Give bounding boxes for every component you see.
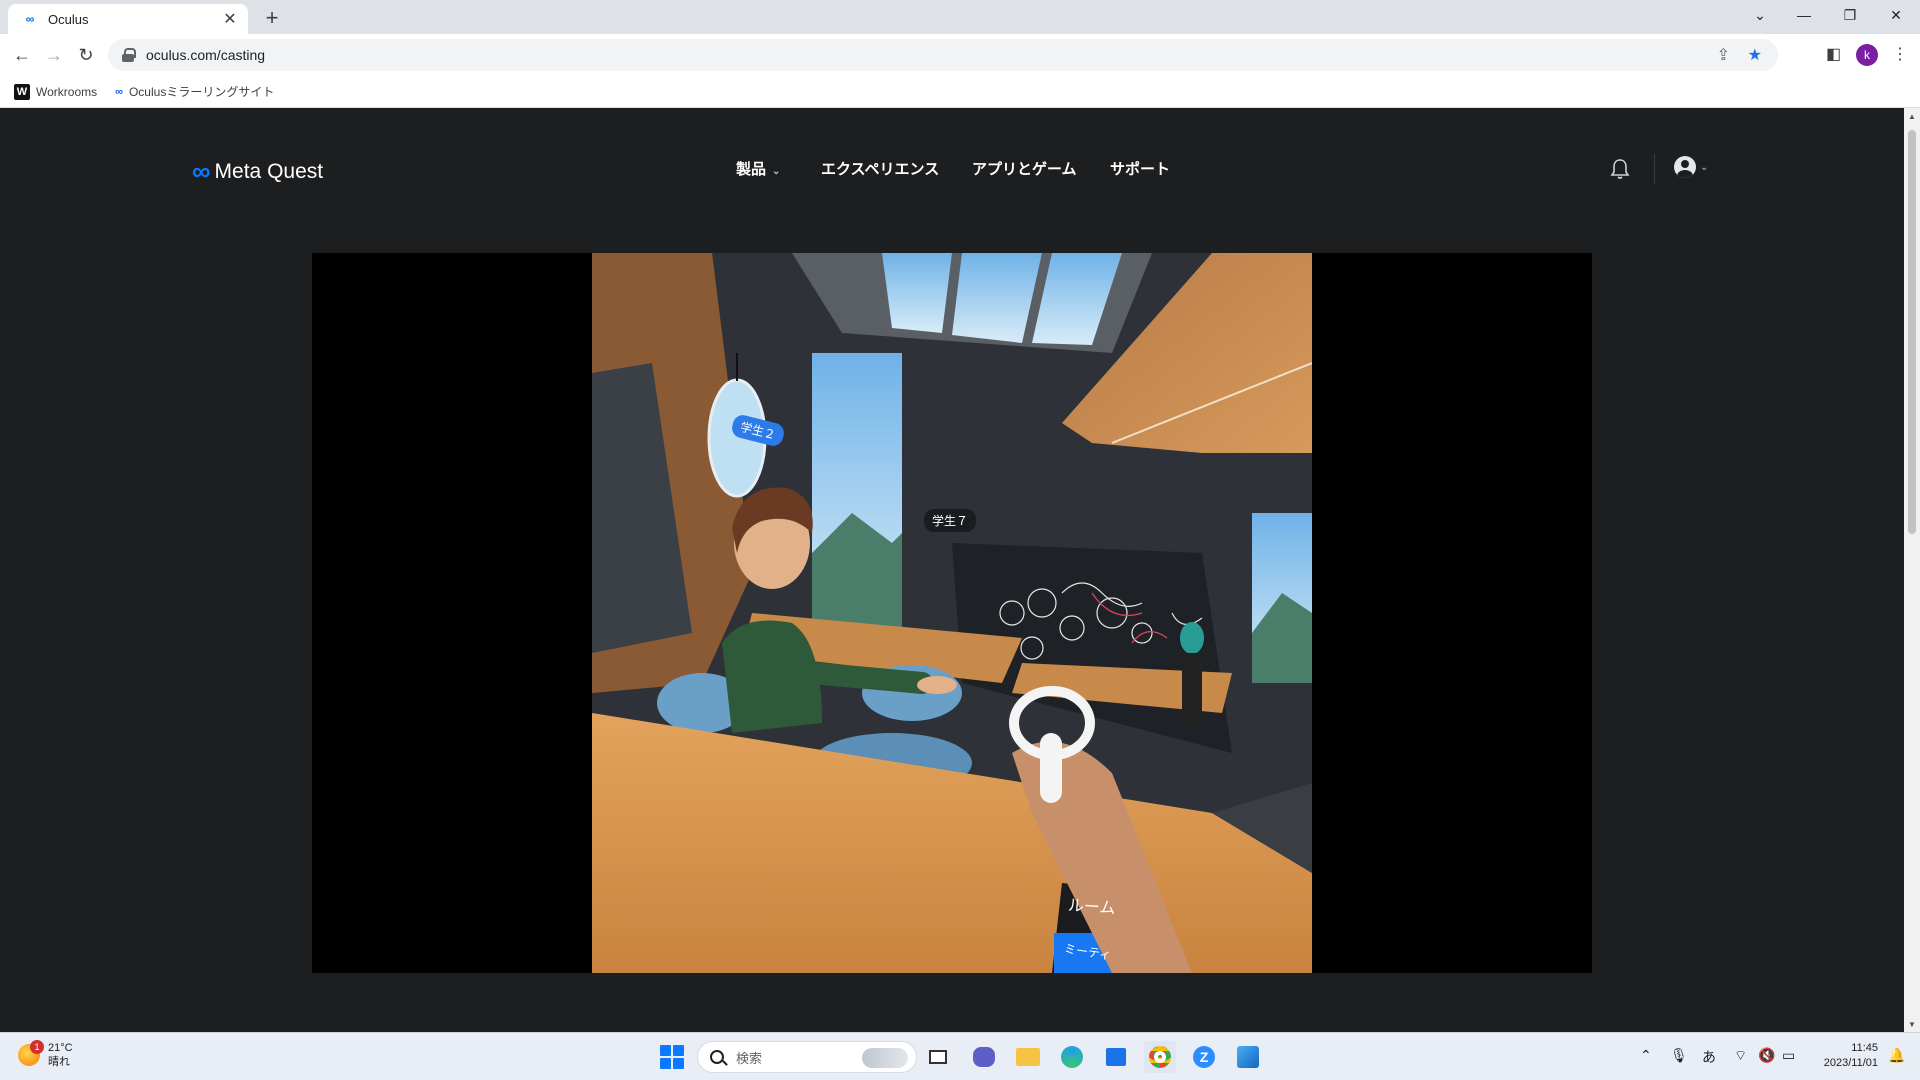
logo-text: Meta Quest bbox=[214, 159, 324, 183]
minimize-button[interactable]: — bbox=[1782, 0, 1826, 30]
chevron-down-icon: ⌄ bbox=[772, 166, 781, 177]
weather-temp: 21°C bbox=[48, 1042, 73, 1054]
meta-infinity-icon: ∞ bbox=[192, 156, 211, 186]
bookmark-label: Oculusミラーリングサイト bbox=[128, 85, 275, 99]
edge-icon[interactable] bbox=[1056, 1041, 1088, 1073]
wifi-icon[interactable]: ⌔ bbox=[1734, 1047, 1747, 1065]
avatar-name-tag: 学生７ bbox=[924, 509, 977, 532]
search-highlight-image bbox=[862, 1048, 908, 1068]
browser-toolbar: ← → ↻ oculus.com/casting ⇪ ★ ◧ k ⋮ bbox=[0, 34, 1920, 76]
notification-bell-icon[interactable]: 🔔 bbox=[1888, 1047, 1905, 1064]
clock-date: 2023/11/01 bbox=[1823, 1057, 1878, 1069]
account-menu[interactable]: ⌄ bbox=[1674, 156, 1708, 178]
clock-time: 11:45 bbox=[1851, 1042, 1878, 1054]
zoom-icon[interactable]: Z bbox=[1188, 1041, 1220, 1073]
meta-infinity-icon: ∞ bbox=[25, 12, 35, 26]
search-icon bbox=[710, 1050, 724, 1064]
nav-support[interactable]: サポート bbox=[1110, 158, 1170, 179]
nav-apps-games[interactable]: アプリとゲーム bbox=[972, 158, 1077, 179]
task-view-icon[interactable] bbox=[922, 1041, 954, 1073]
lock-icon[interactable] bbox=[122, 48, 136, 62]
battery-icon[interactable]: ▭ bbox=[1782, 1047, 1795, 1064]
nav-products[interactable]: 製品 ⌄ bbox=[736, 158, 780, 179]
taskbar-clock[interactable]: 11:45 2023/11/01 bbox=[1808, 1041, 1878, 1071]
scroll-down-icon[interactable]: ▼ bbox=[1904, 1016, 1920, 1032]
bookmarks-bar: W Workrooms ∞ Oculusミラーリングサイト bbox=[0, 76, 1920, 108]
url-text[interactable]: oculus.com/casting bbox=[146, 47, 265, 63]
nav-products-label: 製品 bbox=[736, 161, 767, 178]
casting-video-player[interactable]: 学生２ 学生７ ルーム ミーティ bbox=[312, 253, 1592, 973]
workrooms-icon: W bbox=[14, 83, 30, 100]
tab-oculus[interactable]: ∞ Oculus ✕ bbox=[8, 4, 248, 34]
profile-avatar[interactable]: k bbox=[1856, 44, 1878, 66]
taskbar-search[interactable]: 検索 bbox=[697, 1041, 917, 1073]
file-explorer-icon[interactable] bbox=[1012, 1041, 1044, 1073]
bookmark-star-icon[interactable]: ★ bbox=[1748, 45, 1762, 65]
tab-search-icon[interactable]: ⌄ bbox=[1738, 0, 1782, 30]
weather-sun-icon: 1 bbox=[18, 1040, 44, 1066]
restore-button[interactable]: ❐ bbox=[1828, 0, 1872, 30]
scroll-up-icon[interactable]: ▲ bbox=[1904, 108, 1920, 124]
side-panel-icon[interactable]: ◧ bbox=[1826, 44, 1841, 64]
meta-infinity-icon: ∞ bbox=[115, 85, 123, 98]
vr-casting-stream: 学生２ 学生７ ルーム ミーティ bbox=[592, 253, 1312, 973]
reload-button[interactable]: ↻ bbox=[72, 41, 100, 69]
tab-strip: ∞ Oculus ✕ + ⌄ — ❐ ✕ bbox=[0, 0, 1920, 34]
new-tab-button[interactable]: + bbox=[258, 4, 286, 32]
tray-overflow-icon[interactable]: ⌃ bbox=[1640, 1047, 1652, 1064]
bookmark-oculus-mirroring[interactable]: ∞ Oculusミラーリングサイト bbox=[115, 83, 274, 100]
meta-quest-logo[interactable]: ∞ Meta Quest bbox=[192, 156, 323, 187]
bookmark-workrooms[interactable]: W Workrooms bbox=[14, 83, 98, 100]
store-icon[interactable] bbox=[1100, 1041, 1132, 1073]
forward-button[interactable]: → bbox=[40, 41, 68, 69]
bell-icon[interactable] bbox=[1610, 158, 1630, 180]
ime-indicator[interactable]: あ bbox=[1702, 1047, 1716, 1067]
teams-chat-icon[interactable] bbox=[968, 1041, 1000, 1073]
weather-widget[interactable]: 1 21°C 晴れ bbox=[18, 1040, 73, 1069]
paint-icon[interactable] bbox=[1232, 1041, 1264, 1073]
weather-desc: 晴れ bbox=[48, 1056, 70, 1068]
close-window-button[interactable]: ✕ bbox=[1874, 0, 1918, 30]
share-icon[interactable]: ⇪ bbox=[1717, 45, 1730, 65]
tab-title: Oculus bbox=[48, 11, 89, 27]
vr-room-scene bbox=[592, 253, 1312, 973]
room-menu-label: ルーム bbox=[1067, 897, 1116, 918]
header-divider bbox=[1654, 154, 1655, 184]
notification-badge: 1 bbox=[30, 1040, 44, 1054]
weather-text: 21°C 晴れ bbox=[48, 1041, 73, 1069]
windows-taskbar: 1 21°C 晴れ 検索 Z ⌃ 🎙 あ ⌔ 🔇 ▭ 11:45 2023/11… bbox=[0, 1032, 1920, 1080]
microphone-icon[interactable]: 🎙 bbox=[1670, 1047, 1688, 1064]
tab-close-icon[interactable]: ✕ bbox=[222, 9, 238, 29]
bookmark-label: Workrooms bbox=[36, 84, 98, 99]
menu-icon[interactable]: ⋮ bbox=[1892, 44, 1908, 64]
user-icon bbox=[1674, 156, 1696, 178]
address-bar[interactable]: oculus.com/casting ⇪ ★ bbox=[108, 39, 1778, 71]
start-icon[interactable] bbox=[660, 1045, 684, 1069]
chrome-icon[interactable] bbox=[1144, 1041, 1176, 1073]
search-placeholder: 検索 bbox=[736, 1050, 763, 1066]
scrollbar-thumb[interactable] bbox=[1908, 130, 1916, 534]
nav-experiences[interactable]: エクスペリエンス bbox=[821, 158, 939, 179]
page-scrollbar[interactable]: ▲ ▼ bbox=[1904, 108, 1920, 1032]
chevron-down-icon: ⌄ bbox=[1700, 161, 1709, 173]
back-button[interactable]: ← bbox=[8, 41, 36, 69]
page-content: ∞ Meta Quest 製品 ⌄ エクスペリエンス アプリとゲーム サポート ⌄ bbox=[0, 108, 1904, 1032]
volume-muted-icon[interactable]: 🔇 bbox=[1758, 1047, 1775, 1064]
